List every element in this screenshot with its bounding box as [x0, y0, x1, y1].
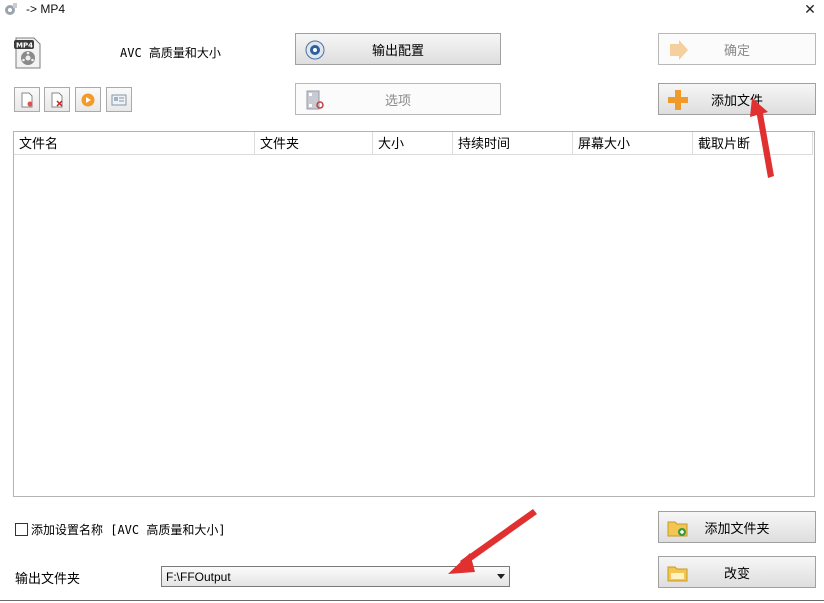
folder-icon [667, 566, 688, 582]
app-icon [5, 3, 17, 15]
close-button[interactable]: ✕ [796, 0, 824, 20]
change-button[interactable]: 改变 [658, 556, 816, 588]
column-header-size[interactable]: 大小 [373, 132, 453, 155]
confirm-label: 确定 [723, 42, 750, 58]
output-folder-label: 输出文件夹 [15, 571, 81, 586]
output-config-label: 输出配置 [371, 42, 424, 58]
add-setting-name-label: 添加设置名称 [AVC 高质量和大小] [31, 523, 226, 537]
new-task-button[interactable] [14, 87, 40, 112]
output-folder-value: F:\FFOutput [166, 570, 231, 584]
file-list[interactable]: 文件名 文件夹 大小 持续时间 屏幕大小 截取片断 [13, 131, 815, 497]
confirm-button[interactable]: 确定 [658, 33, 816, 65]
add-setting-name-checkbox[interactable] [15, 523, 28, 536]
info-button[interactable] [106, 87, 132, 112]
play-button[interactable] [75, 87, 101, 112]
file-list-header: 文件名 文件夹 大小 持续时间 屏幕大小 截取片断 [14, 132, 814, 155]
column-header-folder[interactable]: 文件夹 [255, 132, 373, 155]
play-icon [81, 93, 95, 107]
change-label: 改变 [723, 565, 750, 581]
film-scissors-icon [306, 90, 324, 110]
add-folder-label: 添加文件夹 [704, 520, 770, 536]
options-label: 选项 [384, 92, 411, 108]
output-folder-select[interactable]: F:\FFOutput [161, 566, 510, 587]
mp4-file-icon: MP4 [14, 37, 41, 69]
column-header-clip[interactable]: 截取片断 [693, 132, 813, 155]
output-config-button[interactable]: 输出配置 [295, 33, 501, 65]
add-setting-name-row[interactable]: 添加设置名称 [AVC 高质量和大小] [15, 521, 226, 538]
column-header-duration[interactable]: 持续时间 [453, 132, 573, 155]
add-file-button[interactable]: 添加文件 [658, 83, 816, 115]
dropdown-arrow-icon[interactable] [497, 574, 505, 579]
profile-name: AVC 高质量和大小 [120, 46, 221, 60]
svg-text:MP4: MP4 [16, 42, 33, 50]
plus-icon [668, 90, 688, 110]
add-file-label: 添加文件 [710, 92, 763, 108]
info-icon [111, 94, 127, 106]
column-header-screen-size[interactable]: 屏幕大小 [573, 132, 693, 155]
new-task-icon [21, 92, 33, 108]
bottom-divider [0, 600, 824, 601]
title-bar: -> MP4 ✕ [0, 0, 824, 22]
add-folder-button[interactable]: 添加文件夹 [658, 511, 816, 543]
column-header-filename[interactable]: 文件名 [14, 132, 255, 155]
gear-icon [305, 40, 325, 60]
annotation-arrow-output-folder [448, 509, 537, 574]
remove-task-icon [51, 92, 63, 108]
window-title: -> MP4 [26, 2, 66, 16]
arrow-right-icon [670, 40, 688, 60]
folder-add-icon [667, 521, 688, 537]
options-button[interactable]: 选项 [295, 83, 501, 115]
remove-task-button[interactable] [44, 87, 70, 112]
